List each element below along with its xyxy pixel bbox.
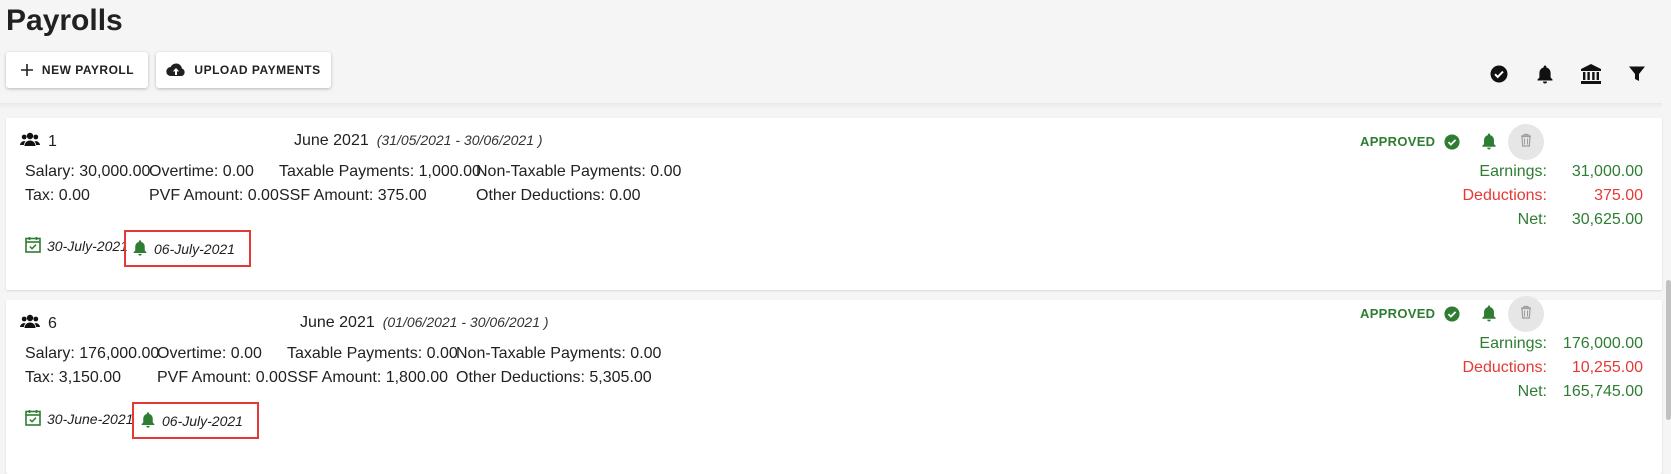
employee-count: 6	[20, 314, 57, 334]
deductions-value: 375.00	[1594, 187, 1643, 204]
plus-icon	[20, 63, 34, 77]
cloud-upload-icon	[166, 62, 186, 78]
ssf-amount: SSF Amount: 1,800.00	[287, 369, 448, 386]
non-taxable-payments: Non-Taxable Payments: 0.00	[456, 345, 662, 362]
calendar-check-icon	[25, 409, 41, 429]
taxable-payments: Taxable Payments: 0.00	[287, 345, 458, 362]
net-value: 30,625.00	[1571, 211, 1643, 228]
reminder-date-value: 06-July-2021	[154, 240, 235, 257]
bell-icon[interactable]	[1533, 62, 1557, 86]
notification-bell-icon[interactable]	[1479, 131, 1499, 151]
bank-icon[interactable]	[1579, 62, 1603, 86]
employee-count: 1	[20, 132, 57, 152]
calendar-check-icon	[25, 236, 41, 256]
deductions-label: Deductions:	[1462, 359, 1548, 376]
pvf-amount: PVF Amount: 0.00	[149, 187, 279, 204]
payroll-period: June 2021 (31/05/2021 - 30/06/2021 )	[294, 132, 543, 150]
tax: Tax: 3,150.00	[25, 369, 122, 386]
pay-date-value: 30-June-2021	[47, 411, 134, 427]
payroll-range: (01/06/2021 - 30/06/2021 )	[382, 314, 549, 330]
status-badge: APPROVED	[1360, 306, 1436, 321]
toolbar-icons	[1487, 62, 1649, 86]
page-title: Payrolls	[6, 4, 123, 37]
approved-check-icon	[1442, 304, 1462, 324]
check-circle-icon[interactable]	[1487, 62, 1511, 86]
trash-icon	[1520, 305, 1532, 324]
notification-bell-icon[interactable]	[1479, 303, 1499, 323]
reminder-date: 06-July-2021	[132, 402, 259, 439]
employee-count-value: 1	[48, 133, 57, 150]
other-deductions: Other Deductions: 5,305.00	[456, 369, 652, 386]
payroll-month: June 2021	[300, 314, 375, 331]
filter-icon[interactable]	[1625, 62, 1649, 86]
net-label: Net:	[1517, 383, 1547, 400]
approved-check-icon	[1442, 132, 1462, 152]
deductions-label: Deductions:	[1462, 187, 1548, 204]
header-separator	[0, 103, 1662, 109]
new-payroll-label: NEW PAYROLL	[41, 63, 135, 77]
payroll-period: June 2021 (01/06/2021 - 30/06/2021 )	[300, 314, 549, 332]
deductions-value: 10,255.00	[1571, 359, 1643, 376]
ssf-amount: SSF Amount: 375.00	[279, 187, 427, 204]
payroll-card[interactable]: 6 June 2021 (01/06/2021 - 30/06/2021 ) Sa…	[6, 296, 1662, 474]
earnings-value: 31,000.00	[1571, 163, 1643, 180]
salary: Salary: 176,000.00	[25, 345, 160, 362]
payroll-range: (31/05/2021 - 30/06/2021 )	[376, 132, 543, 148]
bell-icon	[140, 411, 156, 431]
overtime: Overtime: 0.00	[157, 345, 262, 362]
other-deductions: Other Deductions: 0.00	[476, 187, 641, 204]
non-taxable-payments: Non-Taxable Payments: 0.00	[476, 163, 682, 180]
earnings-label: Earnings:	[1479, 335, 1547, 352]
upload-payments-label: UPLOAD PAYMENTS	[194, 63, 321, 77]
payroll-month: June 2021	[294, 132, 369, 149]
net-label: Net:	[1517, 211, 1547, 228]
users-icon	[20, 132, 40, 152]
pay-date: 30-June-2021	[25, 409, 133, 429]
payroll-card[interactable]: 1 June 2021 (31/05/2021 - 30/06/2021 ) Sa…	[6, 118, 1662, 290]
scrollbar[interactable]	[1666, 280, 1671, 420]
salary: Salary: 30,000.00	[25, 163, 151, 180]
users-icon	[20, 314, 40, 334]
reminder-date: 06-July-2021	[124, 230, 251, 267]
upload-payments-button[interactable]: UPLOAD PAYMENTS	[156, 52, 331, 88]
employee-count-value: 6	[48, 315, 57, 332]
reminder-date-value: 06-July-2021	[162, 412, 243, 429]
overtime: Overtime: 0.00	[149, 163, 254, 180]
delete-button[interactable]	[1508, 296, 1544, 332]
tax: Tax: 0.00	[25, 187, 90, 204]
pvf-amount: PVF Amount: 0.00	[157, 369, 287, 386]
net-value: 165,745.00	[1562, 383, 1643, 400]
earnings-label: Earnings:	[1479, 163, 1547, 180]
pay-date-value: 30-July-2021	[47, 238, 128, 254]
pay-date: 30-July-2021	[25, 236, 128, 256]
new-payroll-button[interactable]: NEW PAYROLL	[6, 52, 148, 88]
trash-icon	[1520, 133, 1532, 152]
bell-icon	[132, 239, 148, 259]
delete-button[interactable]	[1508, 124, 1544, 160]
taxable-payments: Taxable Payments: 1,000.00	[279, 163, 481, 180]
earnings-value: 176,000.00	[1562, 335, 1643, 352]
status-badge: APPROVED	[1360, 134, 1436, 149]
